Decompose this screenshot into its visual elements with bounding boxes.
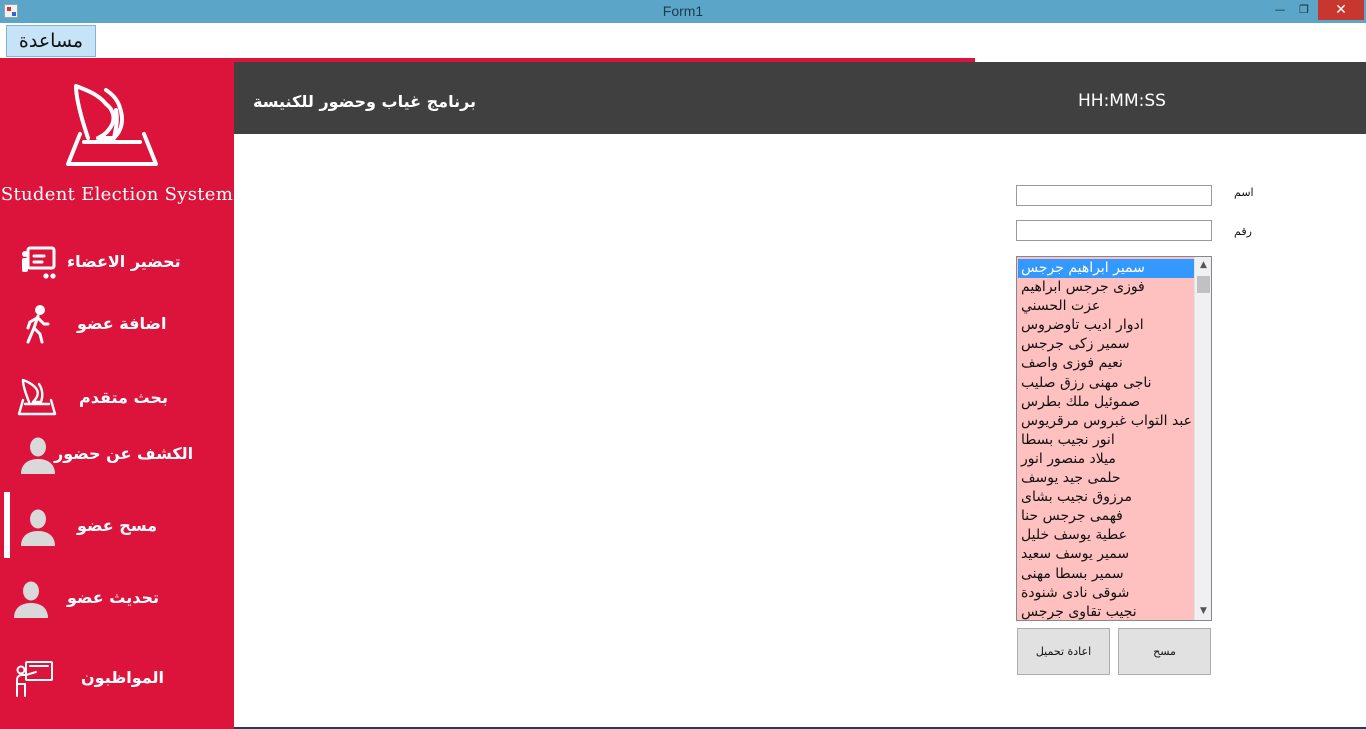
list-item[interactable]: فهمى جرجس حنا <box>1018 507 1194 526</box>
sidebar-item-label: المواظبون <box>81 668 165 687</box>
delete-button[interactable]: مسح <box>1118 628 1211 675</box>
list-item[interactable]: عزت الحسني <box>1018 297 1194 316</box>
list-item-text: سمير يوسف سعيد <box>1021 546 1130 563</box>
member-list: سمير ابراهيم جرجس فوزى جرجس ابراهيم عزت ال… <box>1018 259 1194 620</box>
list-item[interactable]: انور نجيب بسطا <box>1018 431 1194 450</box>
scrollbar-thumb[interactable] <box>1197 276 1210 293</box>
menu-help[interactable]: مساعدة <box>6 25 96 57</box>
close-button[interactable]: ✕ <box>1318 0 1364 20</box>
list-item-text: نجيب تقاوى جرجس <box>1021 603 1137 620</box>
list-item-text: سمير زكى جرجس <box>1021 336 1130 353</box>
sidebar-item-label: تحديث عضو <box>67 588 160 607</box>
sidebar-item-attendance[interactable]: تحضير الاعضاء <box>0 234 234 290</box>
list-item[interactable]: فوزى جرجس ابراهيم <box>1018 278 1194 297</box>
number-input[interactable] <box>1016 220 1212 241</box>
name-input[interactable] <box>1016 185 1212 206</box>
ballot-box-icon <box>66 84 158 166</box>
ballot-box-icon <box>17 378 57 416</box>
sidebar-item-attendance-report[interactable]: الكشف عن حضور <box>0 428 234 484</box>
window-title: Form1 <box>662 3 704 19</box>
number-label: رقم <box>1234 225 1252 238</box>
list-item-text: شوقى نادى شنودة <box>1021 584 1130 601</box>
list-item-text: مرزوق نجيب بشاى <box>1021 489 1133 506</box>
sidebar: Student Election System تحضير الاعضاء اض… <box>0 62 234 729</box>
maximize-button[interactable]: ❐ <box>1294 0 1314 20</box>
brand-title: Student Election System <box>0 184 234 205</box>
list-item-text: صموئيل ملك بطرس <box>1021 393 1140 410</box>
sidebar-item-regulars[interactable]: المواظبون <box>0 652 234 708</box>
sidebar-item-update-member[interactable]: تحديث عضو <box>0 572 234 628</box>
title-bar: Form1 — ❐ ✕ <box>0 0 1366 23</box>
list-item-text: نعيم فوزى واصف <box>1021 355 1123 372</box>
list-item-text: ناجى مهنى رزق صليب <box>1021 374 1152 391</box>
sidebar-item-delete-member[interactable]: مسح عضو <box>0 498 234 554</box>
name-label: اسم <box>1234 186 1254 199</box>
members-listbox[interactable]: سمير ابراهيم جرجس فوزى جرجس ابراهيم عزت ال… <box>1016 256 1212 621</box>
list-item-text: سمير بسطا مهنى <box>1021 565 1124 582</box>
list-item[interactable]: مرزوق نجيب بشاى <box>1018 488 1194 507</box>
clock-display: HH:MM:SS <box>1078 91 1166 111</box>
list-item[interactable]: سمير زكى جرجس <box>1018 335 1194 354</box>
sidebar-item-label: مسح عضو <box>77 516 158 535</box>
list-item[interactable]: شوقى نادى شنودة <box>1018 584 1194 603</box>
chevron-up-icon[interactable]: ▲ <box>1195 257 1211 274</box>
sidebar-item-label: الكشف عن حضور <box>54 444 194 463</box>
list-item[interactable]: ميلاد منصور انور <box>1018 450 1194 469</box>
sidebar-item-label: تحضير الاعضاء <box>67 252 181 271</box>
list-item[interactable]: نجيب تقاوى جرجس <box>1018 603 1194 620</box>
user-icon <box>14 581 48 618</box>
list-item-text: انور نجيب بسطا <box>1021 431 1115 448</box>
list-item-text: فوزى جرجس ابراهيم <box>1021 279 1145 296</box>
list-item-text: حلمى جيد يوسف <box>1021 470 1121 487</box>
list-item-text: سمير ابراهيم جرجس <box>1021 260 1145 276</box>
reload-button[interactable]: اعادة تحميل <box>1017 628 1110 675</box>
list-item[interactable]: حلمى جيد يوسف <box>1018 469 1194 488</box>
list-item[interactable]: نعيم فوزى واصف <box>1018 354 1194 373</box>
user-icon <box>21 509 55 546</box>
page-title: برنامج غياب وحضور للكنيسة <box>253 92 477 111</box>
walking-person-icon <box>26 305 50 344</box>
user-icon <box>21 437 55 474</box>
list-item-text: عطية يوسف خليل <box>1021 527 1127 544</box>
sidebar-item-add-member[interactable]: اضافة عضو <box>0 298 234 354</box>
listbox-scrollbar[interactable]: ▲ ▼ <box>1194 257 1211 620</box>
sidebar-item-advanced-search[interactable]: بحث متقدم <box>0 370 234 426</box>
list-item[interactable]: ناجى مهنى رزق صليب <box>1018 374 1194 393</box>
list-item[interactable]: عطية يوسف خليل <box>1018 526 1194 545</box>
list-item-text: ميلاد منصور انور <box>1021 450 1116 467</box>
list-item[interactable]: سمير بسطا مهنى <box>1018 565 1194 584</box>
menu-strip: مساعدة <box>0 23 1366 60</box>
list-item[interactable]: عبد التواب غبروس مرقريوس <box>1018 412 1194 431</box>
minimize-button[interactable]: — <box>1270 0 1290 20</box>
sidebar-item-label: بحث متقدم <box>79 388 168 407</box>
chevron-down-icon[interactable]: ▼ <box>1195 603 1211 620</box>
list-item-text: عزت الحسني <box>1021 298 1101 315</box>
list-item[interactable]: صموئيل ملك بطرس <box>1018 393 1194 412</box>
teacher-board-icon <box>16 661 53 697</box>
list-item-text: ادوار اديب تاوضروس <box>1021 317 1144 334</box>
list-item[interactable]: سمير يوسف سعيد <box>1018 545 1194 564</box>
sidebar-item-label: اضافة عضو <box>77 314 167 333</box>
presentation-board-icon <box>22 246 56 279</box>
list-item-text: عبد التواب غبروس مرقريوس <box>1021 412 1192 429</box>
list-item-text: فهمى جرجس حنا <box>1021 508 1123 525</box>
list-item[interactable]: سمير ابراهيم جرجس <box>1018 259 1194 279</box>
header-bar: برنامج غياب وحضور للكنيسة HH:MM:SS <box>234 62 1366 134</box>
list-item[interactable]: ادوار اديب تاوضروس <box>1018 316 1194 335</box>
